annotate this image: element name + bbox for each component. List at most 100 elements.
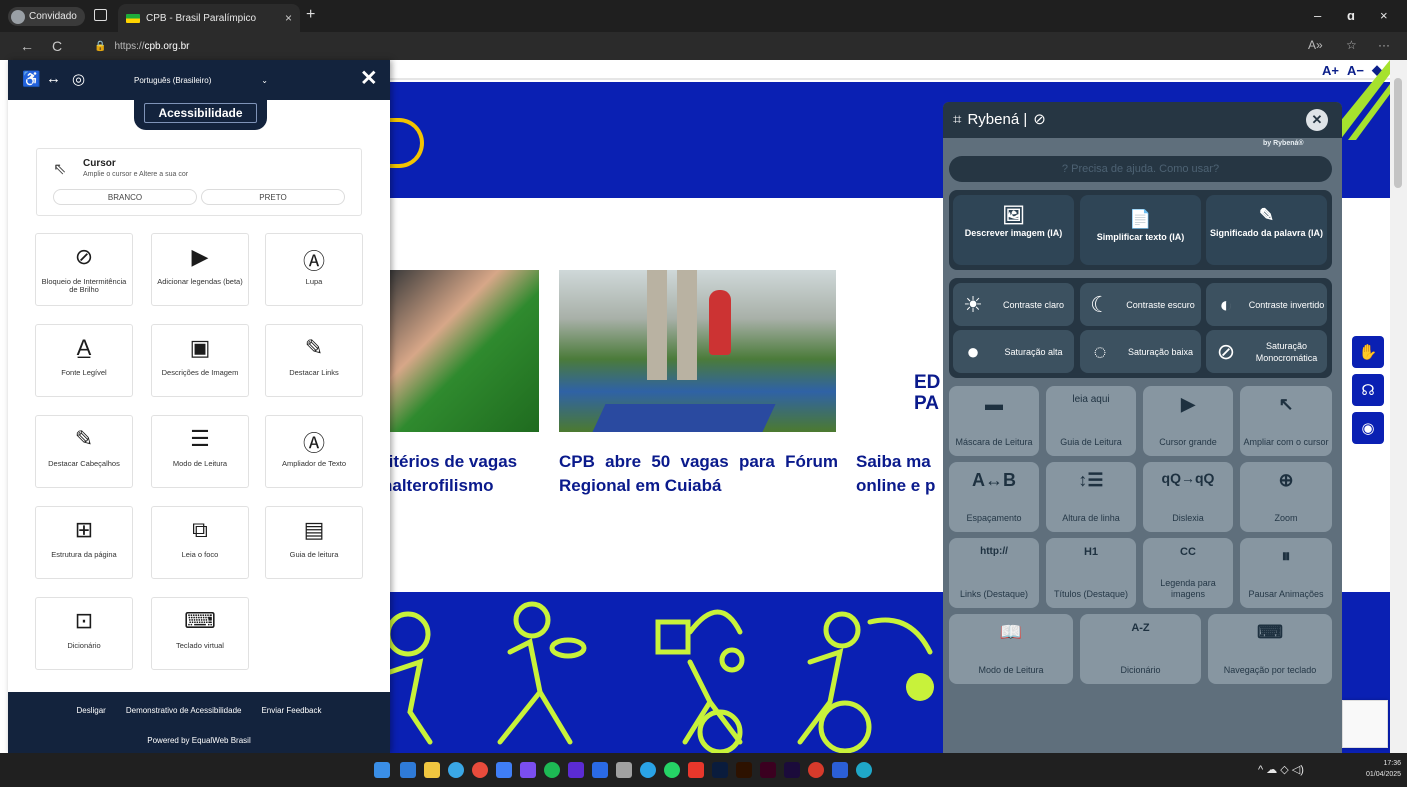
- indesign-icon[interactable]: [760, 762, 776, 778]
- describe-image-button[interactable]: 🖼 Descrever imagem (IA): [953, 195, 1074, 265]
- tile-magnifier[interactable]: Ⓐ Lupa: [265, 233, 363, 306]
- dyslexia-button[interactable]: qQ→qQ Dislexia: [1143, 462, 1233, 532]
- help-button[interactable]: ? Precisa de ajuda. Como usar?: [949, 156, 1332, 182]
- cursor-zoom-button[interactable]: ↖ Ampliar com o cursor: [1240, 386, 1332, 456]
- photoshop-icon[interactable]: [712, 762, 728, 778]
- whatsapp-icon[interactable]: [664, 762, 680, 778]
- close-window-button[interactable]: ×: [1380, 8, 1388, 23]
- keyboard-navigation-button[interactable]: ⌨ Navegação por teclado: [1208, 614, 1332, 684]
- tile-add-captions[interactable]: ▶ Adicionar legendas (beta): [151, 233, 249, 306]
- image-captions-button[interactable]: CC Legenda para imagens: [1143, 538, 1233, 608]
- premiere-icon[interactable]: [784, 762, 800, 778]
- file-explorer-icon[interactable]: [424, 762, 440, 778]
- reading-guide-button[interactable]: leia aqui Guia de Leitura: [1046, 386, 1136, 456]
- browser-tab[interactable]: CPB - Brasil Paralímpico ×: [118, 4, 300, 32]
- hide-eye-icon[interactable]: ⊘: [1033, 110, 1046, 128]
- address-input[interactable]: 🔒 https://cpb.org.br: [86, 36, 1306, 56]
- rybena-close-button[interactable]: ✕: [1306, 109, 1328, 131]
- contrast-dark-button[interactable]: ☾ Contraste escuro: [1080, 283, 1201, 326]
- clock[interactable]: 17:36 01/04/2025: [1366, 758, 1401, 780]
- tile-brightness-block[interactable]: ⊘ Bloqueio de Intermitência de Brilho: [35, 233, 133, 306]
- favorites-icon[interactable]: ☆: [1346, 38, 1357, 52]
- accessibility-statement-link[interactable]: Demonstrativo de Acessibilidade: [126, 706, 242, 715]
- accessibility-person-icon[interactable]: ♿: [22, 70, 41, 88]
- links-highlight-button[interactable]: http://Links (Destaque): [949, 538, 1039, 608]
- language-select[interactable]: Português (Brasileiro) ⌄: [134, 72, 268, 88]
- spotify-icon[interactable]: [544, 762, 560, 778]
- new-tab-button[interactable]: +: [306, 6, 315, 24]
- search-icon[interactable]: [400, 762, 416, 778]
- big-cursor-button[interactable]: ▶ Cursor grande: [1143, 386, 1233, 456]
- pause-animations-button[interactable]: ⏸ Pausar Animações: [1240, 538, 1332, 608]
- word-icon[interactable]: [832, 762, 848, 778]
- reading-mask-button[interactable]: ▬ Máscara de Leitura: [949, 386, 1039, 456]
- news-headline-1[interactable]: ritérios de vagas halterofilismo: [382, 450, 547, 498]
- menu-icon[interactable]: ···: [1378, 38, 1390, 52]
- news-headline-2[interactable]: CPB abre 50 vagas para Fórum Regional em…: [559, 450, 838, 498]
- recaptcha-badge[interactable]: [1342, 700, 1388, 748]
- read-aloud-icon[interactable]: A»: [1308, 38, 1323, 52]
- tile-reading-guide[interactable]: ▤ Guia de leitura: [265, 506, 363, 579]
- start-icon[interactable]: [374, 762, 390, 778]
- tile-page-structure[interactable]: ⊞ Estrutura da página: [35, 506, 133, 579]
- rybena-hands-icon[interactable]: ✋: [1352, 336, 1384, 368]
- word-meaning-button[interactable]: ✎ Significado da palavra (IA): [1206, 195, 1327, 265]
- acrobat-icon[interactable]: [688, 762, 704, 778]
- hide-icon[interactable]: ◎: [72, 70, 85, 88]
- zoom-button[interactable]: ⊕ Zoom: [1240, 462, 1332, 532]
- telegram-icon[interactable]: [640, 762, 656, 778]
- tab-close-icon[interactable]: ×: [285, 11, 292, 25]
- back-icon[interactable]: ←: [20, 38, 34, 54]
- contrast-light-button[interactable]: ☀ Contraste claro: [953, 283, 1074, 326]
- chrome-icon[interactable]: [472, 762, 488, 778]
- system-tray[interactable]: ^ ☁ ◇ ◁): [1258, 763, 1304, 776]
- edge-icon[interactable]: [448, 762, 464, 778]
- send-feedback-link[interactable]: Enviar Feedback: [261, 706, 321, 715]
- tile-read-focus[interactable]: ⧉ Leia o foco: [151, 506, 249, 579]
- page-scrollbar[interactable]: [1390, 60, 1407, 753]
- resize-icon[interactable]: ↔: [46, 70, 61, 87]
- site-info-icon[interactable]: 🔒: [94, 41, 106, 52]
- tile-highlight-links[interactable]: ✎ Destacar Links: [265, 324, 363, 397]
- app6-icon[interactable]: [856, 762, 872, 778]
- saturation-low-button[interactable]: ◌ Saturação baixa: [1080, 330, 1201, 373]
- app5-icon[interactable]: [808, 762, 824, 778]
- news-headline-3[interactable]: Saiba ma online e p: [856, 450, 946, 498]
- cursor-white-button[interactable]: BRANCO: [53, 189, 197, 205]
- reload-icon[interactable]: C: [52, 38, 62, 54]
- rybena-eye-icon[interactable]: ◉: [1352, 412, 1384, 444]
- minimize-button[interactable]: –: [1314, 8, 1321, 23]
- tile-highlight-headings[interactable]: ✎ Destacar Cabeçalhos: [35, 415, 133, 488]
- rybena-voice-icon[interactable]: ☊: [1352, 374, 1384, 406]
- tile-dictionary[interactable]: ⊡ Dicionário: [35, 597, 133, 670]
- app4-icon[interactable]: [616, 762, 632, 778]
- profile-button[interactable]: Convidado: [8, 7, 85, 26]
- restore-button[interactable]: ɑ: [1347, 8, 1355, 23]
- tile-image-descriptions[interactable]: ▣ Descrições de Imagem: [151, 324, 249, 397]
- app-icon[interactable]: [520, 762, 536, 778]
- news-image-weightlifting[interactable]: [390, 270, 539, 432]
- app3-icon[interactable]: [592, 762, 608, 778]
- powered-by-text[interactable]: Powered by EqualWeb Brasil: [8, 736, 390, 745]
- turn-off-link[interactable]: Desligar: [77, 706, 106, 715]
- tile-reading-mode[interactable]: ☰ Modo de Leitura: [151, 415, 249, 488]
- contrast-inverted-button[interactable]: ◐ Contraste invertido: [1206, 283, 1327, 326]
- saturation-high-button[interactable]: ● Saturação alta: [953, 330, 1074, 373]
- app2-icon[interactable]: [568, 762, 584, 778]
- saturation-mono-button[interactable]: ⊘ Saturação Monocromática: [1206, 330, 1327, 373]
- reading-mode-button[interactable]: 📖 Modo de Leitura: [949, 614, 1073, 684]
- cursor-black-button[interactable]: PRETO: [201, 189, 345, 205]
- tile-readable-font[interactable]: A̲ Fonte Legível: [35, 324, 133, 397]
- simplify-text-button[interactable]: 📄 Simplificar texto (IA): [1080, 195, 1201, 265]
- tile-virtual-keyboard[interactable]: ⌨ Teclado virtual: [151, 597, 249, 670]
- spacing-button[interactable]: A↔B Espaçamento: [949, 462, 1039, 532]
- equalweb-close-button[interactable]: ✕: [360, 66, 378, 91]
- dictionary-button[interactable]: A-Z Dicionário: [1080, 614, 1201, 684]
- tile-text-enlarger[interactable]: Ⓐ Ampliador de Texto: [265, 415, 363, 488]
- line-height-button[interactable]: ↕☰ Altura de linha: [1046, 462, 1136, 532]
- illustrator-icon[interactable]: [736, 762, 752, 778]
- news-image-long-jump[interactable]: [559, 270, 836, 432]
- store-icon[interactable]: [496, 762, 512, 778]
- tab-actions-icon[interactable]: [94, 9, 107, 21]
- titles-highlight-button[interactable]: H1 Títulos (Destaque): [1046, 538, 1136, 608]
